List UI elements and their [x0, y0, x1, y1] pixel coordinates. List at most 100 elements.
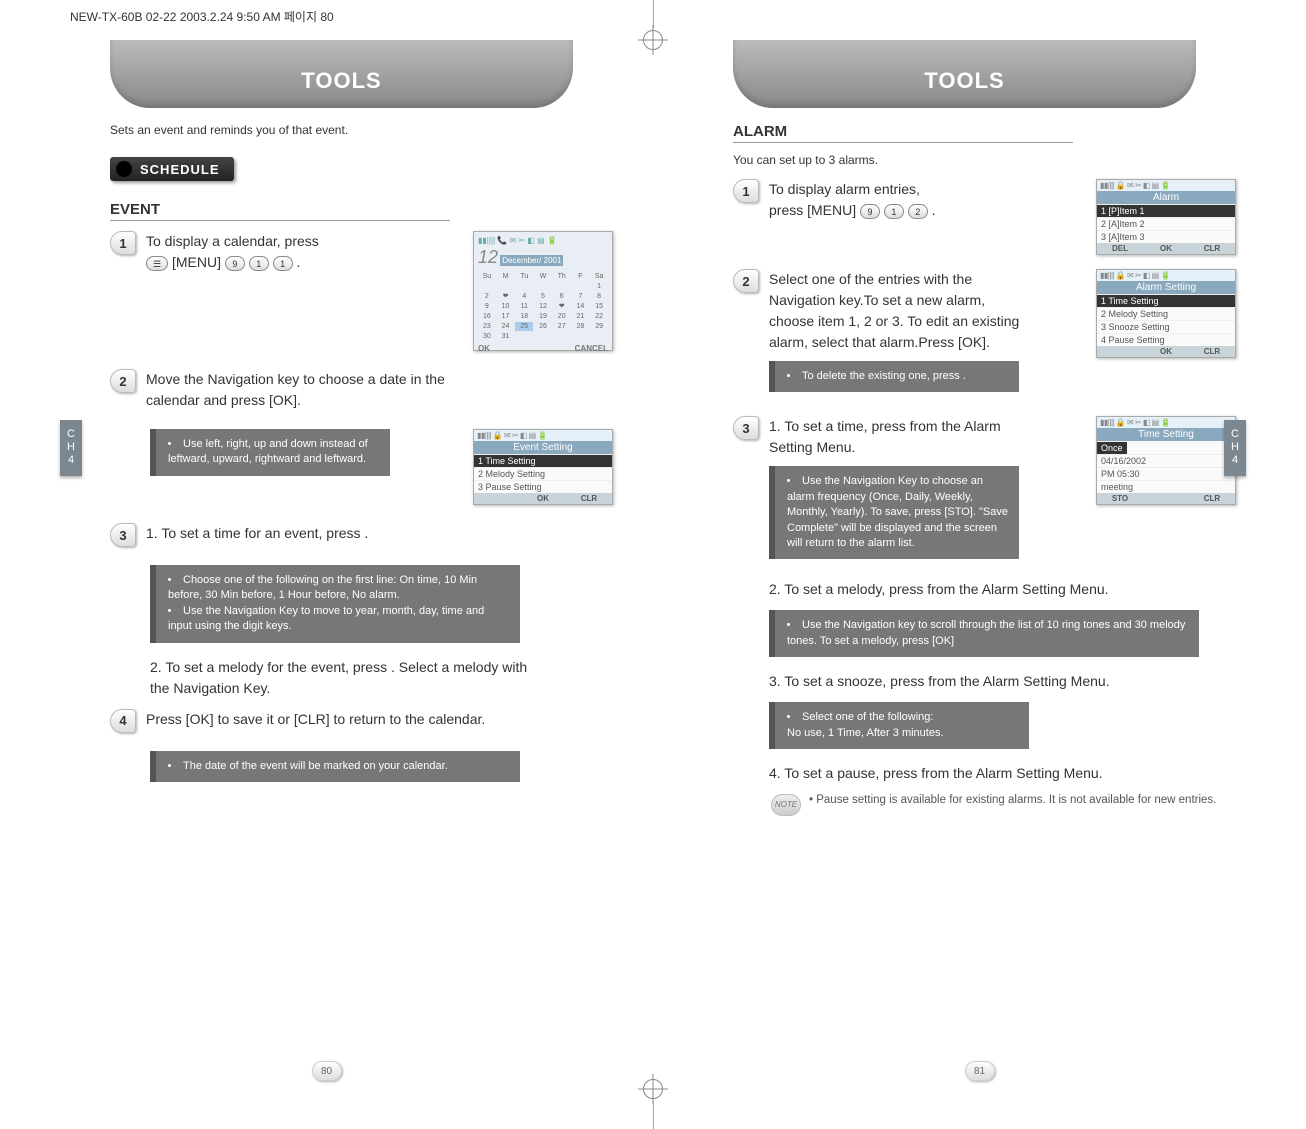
tip-box: Use the Navigation key to scroll through… [769, 610, 1199, 657]
screen-event-setting: ▮▮|||| 🔒 ✉ ✂ ◧ ▤ 🔋 Event Setting 1 Time … [473, 429, 613, 505]
page-right: TOOLS ALARM You can set up to 3 alarms. … [653, 0, 1306, 1129]
chapter-tab: CH4 [1224, 420, 1246, 476]
step-text: To display a calendar, press ☰ [MENU] 9 … [146, 231, 463, 273]
key-icon: 1 [249, 256, 269, 271]
step-number: 4 [110, 709, 136, 733]
tip-box: To delete the existing one, press . [769, 361, 1019, 392]
text: To display a calendar, press [146, 233, 319, 249]
substep-2: 2. To set a melody, press from the Alarm… [769, 579, 1169, 600]
key-icon: 2 [908, 204, 928, 219]
tip-box: Choose one of the following on the first… [150, 565, 520, 643]
screen-row: 1 Time Setting [1097, 294, 1235, 307]
btn-clr: CLR [1189, 243, 1235, 254]
step-3: 3 1. To set a time, press from the Alarm… [733, 416, 1086, 458]
screen-row: Once [1097, 441, 1127, 454]
tip-box: Use left, right, up and down instead of … [150, 429, 390, 476]
tip-text: Select one of the following: [787, 710, 1019, 725]
step-number: 2 [110, 369, 136, 393]
btn-cancel: CANCEL [575, 344, 608, 354]
key-icon: 9 [225, 256, 245, 271]
tip-text: Use the Navigation Key to move to year, … [168, 604, 510, 635]
step-2: 2 Select one of the entries with the Nav… [733, 269, 1086, 353]
note-icon: NOTE [771, 794, 801, 816]
tip-text: The date of the event will be marked on … [168, 759, 510, 774]
crop-mark [653, 1101, 654, 1129]
screen-row: 3 Snooze Setting [1097, 320, 1235, 333]
key-icon: 1 [273, 256, 293, 271]
btn-ok: OK [1143, 243, 1189, 254]
page-number: 81 [965, 1061, 995, 1081]
screen-title: Alarm Setting [1097, 281, 1235, 294]
step-text: 1. To set a time for an event, press . [146, 523, 368, 544]
step-number: 1 [110, 231, 136, 255]
step-text: Move the Navigation key to choose a date… [146, 369, 496, 411]
btn-ok: OK [478, 344, 490, 354]
tip-text: To delete the existing one, press . [787, 369, 1009, 384]
screen-title: Time Setting [1097, 428, 1235, 441]
spread: TOOLS Sets an event and reminds you of t… [0, 0, 1306, 1129]
screen-alarm-setting: ▮▮|||| 🔒 ✉ ✂ ◧ ▤ 🔋 Alarm Setting 1 Time … [1096, 269, 1236, 358]
page-title: TOOLS [733, 40, 1196, 108]
screen-row: 3 [A]Item 3 [1097, 230, 1235, 243]
tip-box: Use the Navigation Key to choose an alar… [769, 466, 1019, 559]
page-number: 80 [312, 1061, 342, 1081]
step-text: Select one of the entries with the Navig… [769, 269, 1029, 353]
registration-mark [643, 1079, 663, 1099]
note-text: Pause setting is available for existing … [816, 794, 1216, 806]
screen-row: 1 [P]Item 1 [1097, 204, 1235, 217]
heading-event: EVENT [110, 201, 450, 221]
screen-title: Alarm [1097, 191, 1235, 204]
btn-clr: CLR [1189, 493, 1235, 504]
screen-row: 4 Pause Setting [1097, 333, 1235, 346]
heading-alarm: ALARM [733, 123, 1073, 143]
screen-row: 1 Time Setting [474, 454, 612, 467]
step-1: 1 To display a calendar, press ☰ [MENU] … [110, 231, 613, 351]
screen-row: 2 Melody Setting [474, 467, 612, 480]
tip-box: The date of the event will be marked on … [150, 751, 520, 782]
page-subtitle: You can set up to 3 alarms. [733, 153, 1236, 167]
tip-box: Select one of the following: No use, 1 T… [769, 702, 1029, 749]
screen-row: PM 05:30 [1097, 467, 1235, 480]
screen-row: meeting [1097, 480, 1235, 493]
page-subtitle: Sets an event and reminds you of that ev… [110, 123, 613, 137]
step-3: 3 1. To set a time for an event, press . [110, 523, 613, 547]
tip-text: Choose one of the following on the first… [168, 573, 510, 604]
key-icon: 9 [860, 204, 880, 219]
substep-4: 4. To set a pause, press from the Alarm … [769, 763, 1169, 784]
note-row: NOTE • Pause setting is available for ex… [771, 794, 1221, 816]
dot-icon [116, 161, 132, 177]
btn-clr: CLR [566, 493, 612, 504]
step-number: 3 [733, 416, 759, 440]
step-number: 2 [733, 269, 759, 293]
step-text: Press [OK] to save it or [CLR] to return… [146, 709, 485, 730]
substep-3: 3. To set a snooze, press from the Alarm… [769, 671, 1169, 692]
tip-text: No use, 1 Time, After 3 minutes. [787, 726, 1019, 741]
substep-2: 2. To set a melody for the event, press … [150, 657, 550, 699]
cal-month: December/ 2001 [500, 255, 563, 266]
step-text: 1. To set a time, press from the Alarm S… [769, 416, 1019, 458]
chapter-tab: CH4 [60, 420, 82, 476]
screen-row: 3 Pause Setting [474, 480, 612, 493]
page-left: TOOLS Sets an event and reminds you of t… [0, 0, 653, 1129]
btn-del: DEL [1097, 243, 1143, 254]
btn-ok: OK [520, 493, 566, 504]
softkey-icon: ☰ [146, 256, 168, 271]
section-schedule: SCHEDULE [110, 157, 234, 181]
step-text: To display alarm entries, press [MENU] 9… [769, 179, 936, 221]
screen-title: Event Setting [474, 441, 612, 454]
btn-sto: STO [1097, 493, 1143, 504]
screen-row: 2 [A]Item 2 [1097, 217, 1235, 230]
step-4: 4 Press [OK] to save it or [CLR] to retu… [110, 709, 613, 733]
key-icon: 1 [884, 204, 904, 219]
step-2: 2 Move the Navigation key to choose a da… [110, 369, 613, 411]
step-number: 3 [110, 523, 136, 547]
tip-text: Use left, right, up and down instead of … [168, 437, 380, 468]
tip-text: Use the Navigation Key to choose an alar… [787, 474, 1009, 551]
screen-row: 2 Melody Setting [1097, 307, 1235, 320]
screen-row: 04/16/2002 [1097, 454, 1235, 467]
cal-date: 12 [478, 247, 498, 267]
screen-time-setting: ▮▮|||| 🔒 ✉ ✂ ◧ ▤ 🔋 Time Setting Once 04/… [1096, 416, 1236, 505]
text: [MENU] [172, 254, 221, 270]
page-title: TOOLS [110, 40, 573, 108]
calendar-screenshot: ▮▮|||| 📞 ✉ ✂ ◧ ▤ 🔋 12 December/ 2001 SuM… [473, 231, 613, 351]
